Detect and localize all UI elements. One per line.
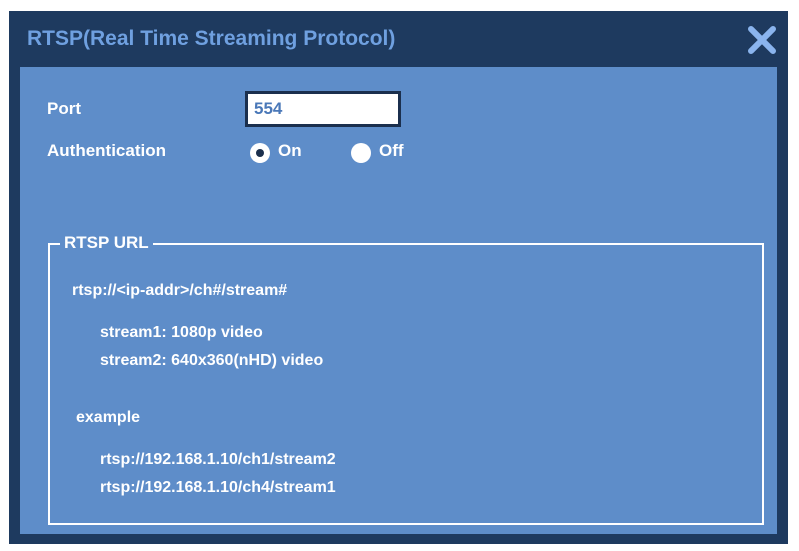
dialog-body: Port Authentication On Off RTSP URL rtsp… xyxy=(20,67,777,534)
rtsp-url-group: RTSP URL rtsp://<ip-addr>/ch#/stream# st… xyxy=(48,233,764,525)
rtsp-url-legend: RTSP URL xyxy=(60,233,153,253)
rtsp-url-format: rtsp://<ip-addr>/ch#/stream# xyxy=(72,282,288,299)
stream2-description: stream2: 640x360(nHD) video xyxy=(100,352,324,369)
example-label: example xyxy=(76,409,141,426)
stream1-description: stream1: 1080p video xyxy=(100,324,263,341)
auth-off-label[interactable]: Off xyxy=(379,141,404,161)
auth-on-radio[interactable] xyxy=(250,143,270,163)
title-bar: RTSP(Real Time Streaming Protocol) xyxy=(9,11,788,67)
auth-on-label[interactable]: On xyxy=(278,141,302,161)
port-label: Port xyxy=(47,99,81,118)
dialog-title: RTSP(Real Time Streaming Protocol) xyxy=(27,27,396,50)
auth-off-radio[interactable] xyxy=(351,143,371,163)
radio-selected-dot xyxy=(256,149,264,157)
authentication-label: Authentication xyxy=(47,141,166,160)
example-url-1: rtsp://192.168.1.10/ch1/stream2 xyxy=(100,451,336,468)
close-icon xyxy=(748,26,776,54)
close-button[interactable] xyxy=(746,24,778,56)
rtsp-dialog: RTSP(Real Time Streaming Protocol) Port … xyxy=(9,11,788,544)
port-input[interactable] xyxy=(245,91,401,127)
example-url-2: rtsp://192.168.1.10/ch4/stream1 xyxy=(100,479,336,496)
